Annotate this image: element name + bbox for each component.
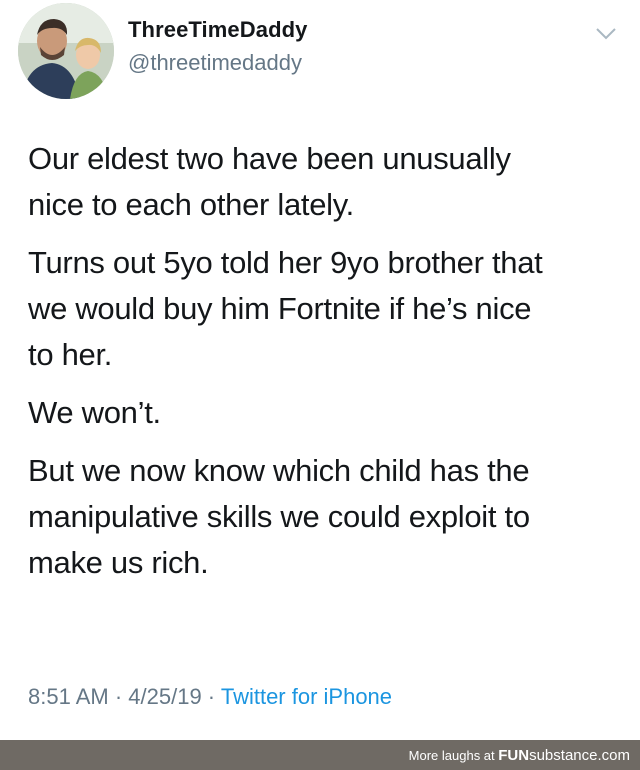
meta-separator: · xyxy=(108,684,129,709)
chevron-down-icon[interactable] xyxy=(594,26,618,42)
watermark-prefix: More laughs at xyxy=(408,748,499,763)
display-name[interactable]: ThreeTimeDaddy xyxy=(128,17,308,43)
tweet-paragraph: Our eldest two have been unusually nice … xyxy=(28,141,511,222)
watermark-logo-fun: FUN xyxy=(498,747,530,764)
watermark-text[interactable]: More laughs at FUNsubstance.com xyxy=(409,747,630,764)
tweet-date[interactable]: 4/25/19 xyxy=(128,684,201,709)
tweet-paragraph: But we now know which child has the mani… xyxy=(28,453,530,580)
profile-photo-icon xyxy=(18,3,114,99)
meta-separator: · xyxy=(201,684,221,709)
user-handle[interactable]: @threetimedaddy xyxy=(128,50,302,76)
watermark-logo-substance: substance xyxy=(529,747,598,764)
tweet-paragraph: We won’t. xyxy=(28,395,161,430)
avatar[interactable] xyxy=(18,3,114,99)
watermark-footer: More laughs at FUNsubstance.com xyxy=(0,740,640,770)
tweet-paragraph: Turns out 5yo told her 9yo brother that … xyxy=(28,245,543,372)
watermark-logo-domain: .com xyxy=(597,747,630,764)
tweet-card: ThreeTimeDaddy @threetimedaddy Our eldes… xyxy=(0,0,640,740)
tweet-text: Our eldest two have been unusually nice … xyxy=(28,136,618,598)
tweet-meta: 8:51 AM · 4/25/19 · Twitter for iPhone xyxy=(28,684,392,710)
tweet-time[interactable]: 8:51 AM xyxy=(28,684,109,709)
tweet-source-link[interactable]: Twitter for iPhone xyxy=(221,684,392,709)
